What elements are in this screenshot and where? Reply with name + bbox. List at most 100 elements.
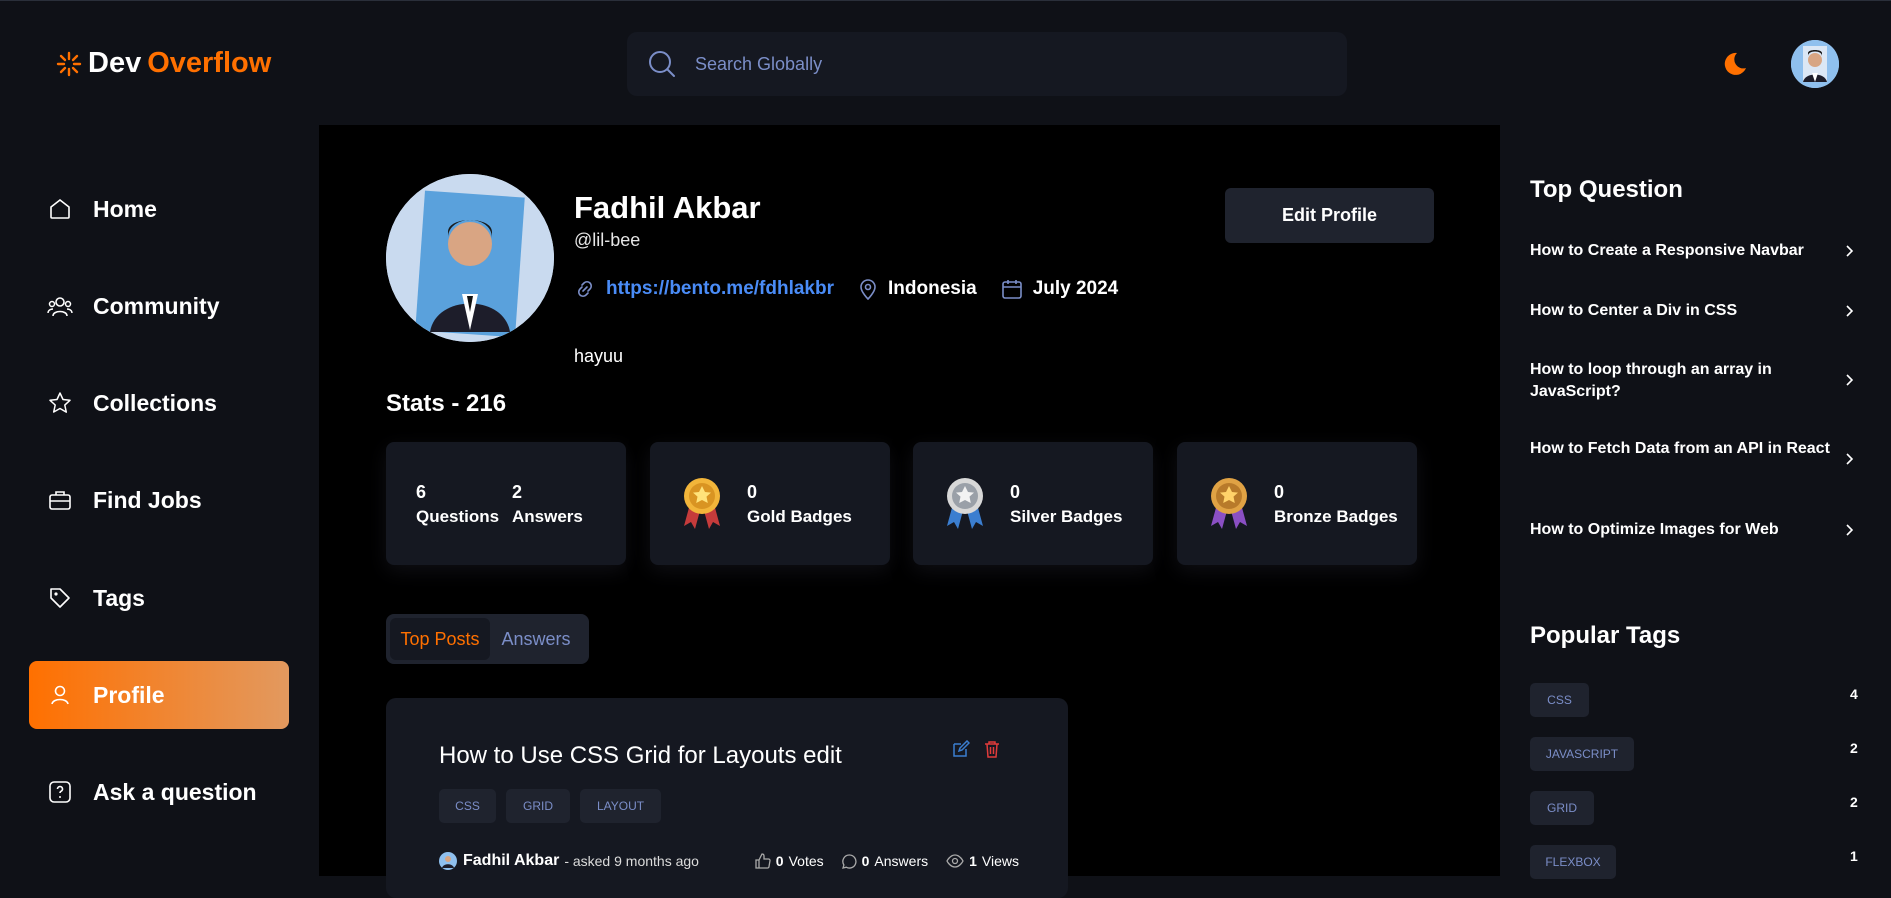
- calendar-icon: [1001, 280, 1022, 299]
- question-title[interactable]: How to Use CSS Grid for Layouts edit: [439, 742, 842, 770]
- tag-count: 2: [1850, 794, 1858, 810]
- search-input[interactable]: [695, 53, 1295, 75]
- website-link[interactable]: https://bento.me/fdhlakbr: [606, 278, 834, 300]
- top-question-item[interactable]: How to Center a Div in CSS: [1530, 300, 1860, 322]
- stats-card-qa: 6 Questions 2 Answers: [386, 442, 626, 565]
- tab-top-posts[interactable]: Top Posts: [390, 618, 490, 660]
- sidebar-item-find-jobs[interactable]: Find Jobs: [29, 466, 289, 534]
- home-icon: [47, 196, 73, 222]
- message-icon: [841, 853, 857, 869]
- avatar-image: [1791, 40, 1839, 88]
- top-questions-title: Top Question: [1530, 176, 1683, 203]
- answers-label: Answers: [874, 853, 929, 869]
- website-item[interactable]: https://bento.me/fdhlakbr: [574, 278, 834, 300]
- brand-overflow: Overflow: [147, 47, 272, 79]
- question-meta: Fadhil Akbar - asked 9 months ago 0 Votes…: [439, 852, 1019, 870]
- answers-label: Answers: [512, 507, 583, 526]
- profile-picture: [386, 174, 554, 342]
- views-count: 1: [969, 853, 977, 869]
- votes-metric: 0 Votes: [755, 853, 824, 869]
- sidebar-item-label: Find Jobs: [93, 486, 202, 513]
- location-icon: [860, 279, 876, 300]
- global-search[interactable]: [627, 32, 1347, 96]
- search-icon: [649, 51, 675, 77]
- star-icon: [47, 390, 73, 416]
- silver-medal-icon: [947, 478, 983, 529]
- profile-meta: https://bento.me/fdhlakbr Indonesia July…: [574, 278, 1142, 300]
- sidebar-item-collections[interactable]: Collections: [29, 369, 289, 437]
- edit-icon[interactable]: [952, 740, 970, 758]
- tag-count: 2: [1850, 740, 1858, 756]
- top-navbar: Dev Overflow: [0, 0, 1891, 125]
- popular-tags-title: Popular Tags: [1530, 622, 1681, 649]
- top-question-item[interactable]: How to Create a Responsive Navbar: [1530, 240, 1860, 262]
- answers-count: 2: [512, 482, 523, 502]
- sidebar-item-label: Collections: [93, 389, 217, 416]
- bronze-medal-icon: [1211, 478, 1247, 529]
- tag-chip[interactable]: CSS: [439, 789, 496, 823]
- joined-date: July 2024: [1032, 278, 1119, 299]
- tab-answers[interactable]: Answers: [490, 618, 582, 660]
- moon-icon[interactable]: [1722, 51, 1748, 77]
- bronze-count: 0: [1274, 482, 1285, 502]
- votes-count: 0: [775, 853, 784, 869]
- user-icon: [47, 682, 73, 708]
- views-label: Views: [981, 853, 1019, 869]
- popular-tag[interactable]: GRID: [1530, 791, 1594, 825]
- tag-count: 4: [1850, 686, 1858, 702]
- top-question-item[interactable]: How to Fetch Data from an API in React: [1530, 438, 1860, 460]
- edit-profile-button[interactable]: Edit Profile: [1225, 188, 1434, 243]
- users-icon: [47, 293, 73, 319]
- top-question-item[interactable]: How to loop through an array in JavaScri…: [1530, 359, 1860, 403]
- stats-card-gold: 0 Gold Badges: [650, 442, 890, 565]
- gold-count: 0: [747, 482, 758, 502]
- stats-title: Stats - 216: [386, 390, 507, 417]
- popular-tag[interactable]: JAVASCRIPT: [1530, 737, 1634, 771]
- author-name[interactable]: Fadhil Akbar: [463, 852, 559, 870]
- asked-time: - asked 9 months ago: [564, 853, 699, 869]
- popular-tag[interactable]: CSS: [1530, 683, 1589, 717]
- chevron-right-icon[interactable]: [1844, 524, 1856, 536]
- sidebar-item-profile[interactable]: Profile: [29, 661, 289, 729]
- sidebar-item-community[interactable]: Community: [29, 272, 289, 340]
- chevron-right-icon[interactable]: [1844, 305, 1856, 317]
- author-avatar[interactable]: [439, 852, 457, 870]
- silver-label: Silver Badges: [1010, 507, 1123, 526]
- votes-label: Votes: [788, 853, 824, 869]
- sidebar-item-ask-question[interactable]: Ask a question: [29, 758, 289, 826]
- answers-stat: 2 Answers: [512, 482, 583, 527]
- sidebar-item-tags[interactable]: Tags: [29, 564, 289, 632]
- delete-icon[interactable]: [984, 740, 1000, 758]
- sidebar-item-label: Tags: [93, 584, 145, 611]
- question-card[interactable]: How to Use CSS Grid for Layouts edit CSS…: [386, 698, 1068, 898]
- top-question-item[interactable]: How to Optimize Images for Web: [1530, 519, 1860, 541]
- popular-tag[interactable]: FLEXBOX: [1530, 845, 1616, 879]
- logo[interactable]: Dev Overflow: [56, 47, 271, 80]
- sidebar-item-home[interactable]: Home: [29, 175, 289, 243]
- tag-chip[interactable]: LAYOUT: [580, 789, 661, 823]
- like-icon: [755, 853, 771, 869]
- gold-medal-icon: [684, 478, 720, 529]
- tag-icon: [47, 585, 73, 611]
- sidebar-item-label: Profile: [93, 681, 165, 708]
- eye-icon: [946, 854, 964, 868]
- location-text: Indonesia: [888, 278, 977, 299]
- profile-bio: hayuu: [574, 346, 624, 366]
- chevron-right-icon[interactable]: [1844, 245, 1856, 257]
- brand-dev: Dev: [88, 47, 142, 79]
- logo-icon: [56, 51, 82, 76]
- question-icon: [47, 779, 73, 805]
- user-avatar[interactable]: [1791, 40, 1839, 88]
- questions-count: 6: [416, 482, 427, 502]
- tag-count: 1: [1850, 848, 1858, 864]
- profile-name: Fadhil Akbar: [574, 190, 761, 225]
- questions-label: Questions: [416, 507, 500, 526]
- views-metric: 1 Views: [946, 853, 1019, 869]
- answers-metric: 0 Answers: [841, 853, 929, 869]
- chevron-right-icon[interactable]: [1844, 453, 1856, 465]
- tag-chip[interactable]: GRID: [506, 789, 570, 823]
- silver-count: 0: [1010, 482, 1021, 502]
- gold-label: Gold Badges: [747, 507, 852, 526]
- chevron-right-icon[interactable]: [1844, 374, 1856, 386]
- briefcase-icon: [47, 487, 73, 513]
